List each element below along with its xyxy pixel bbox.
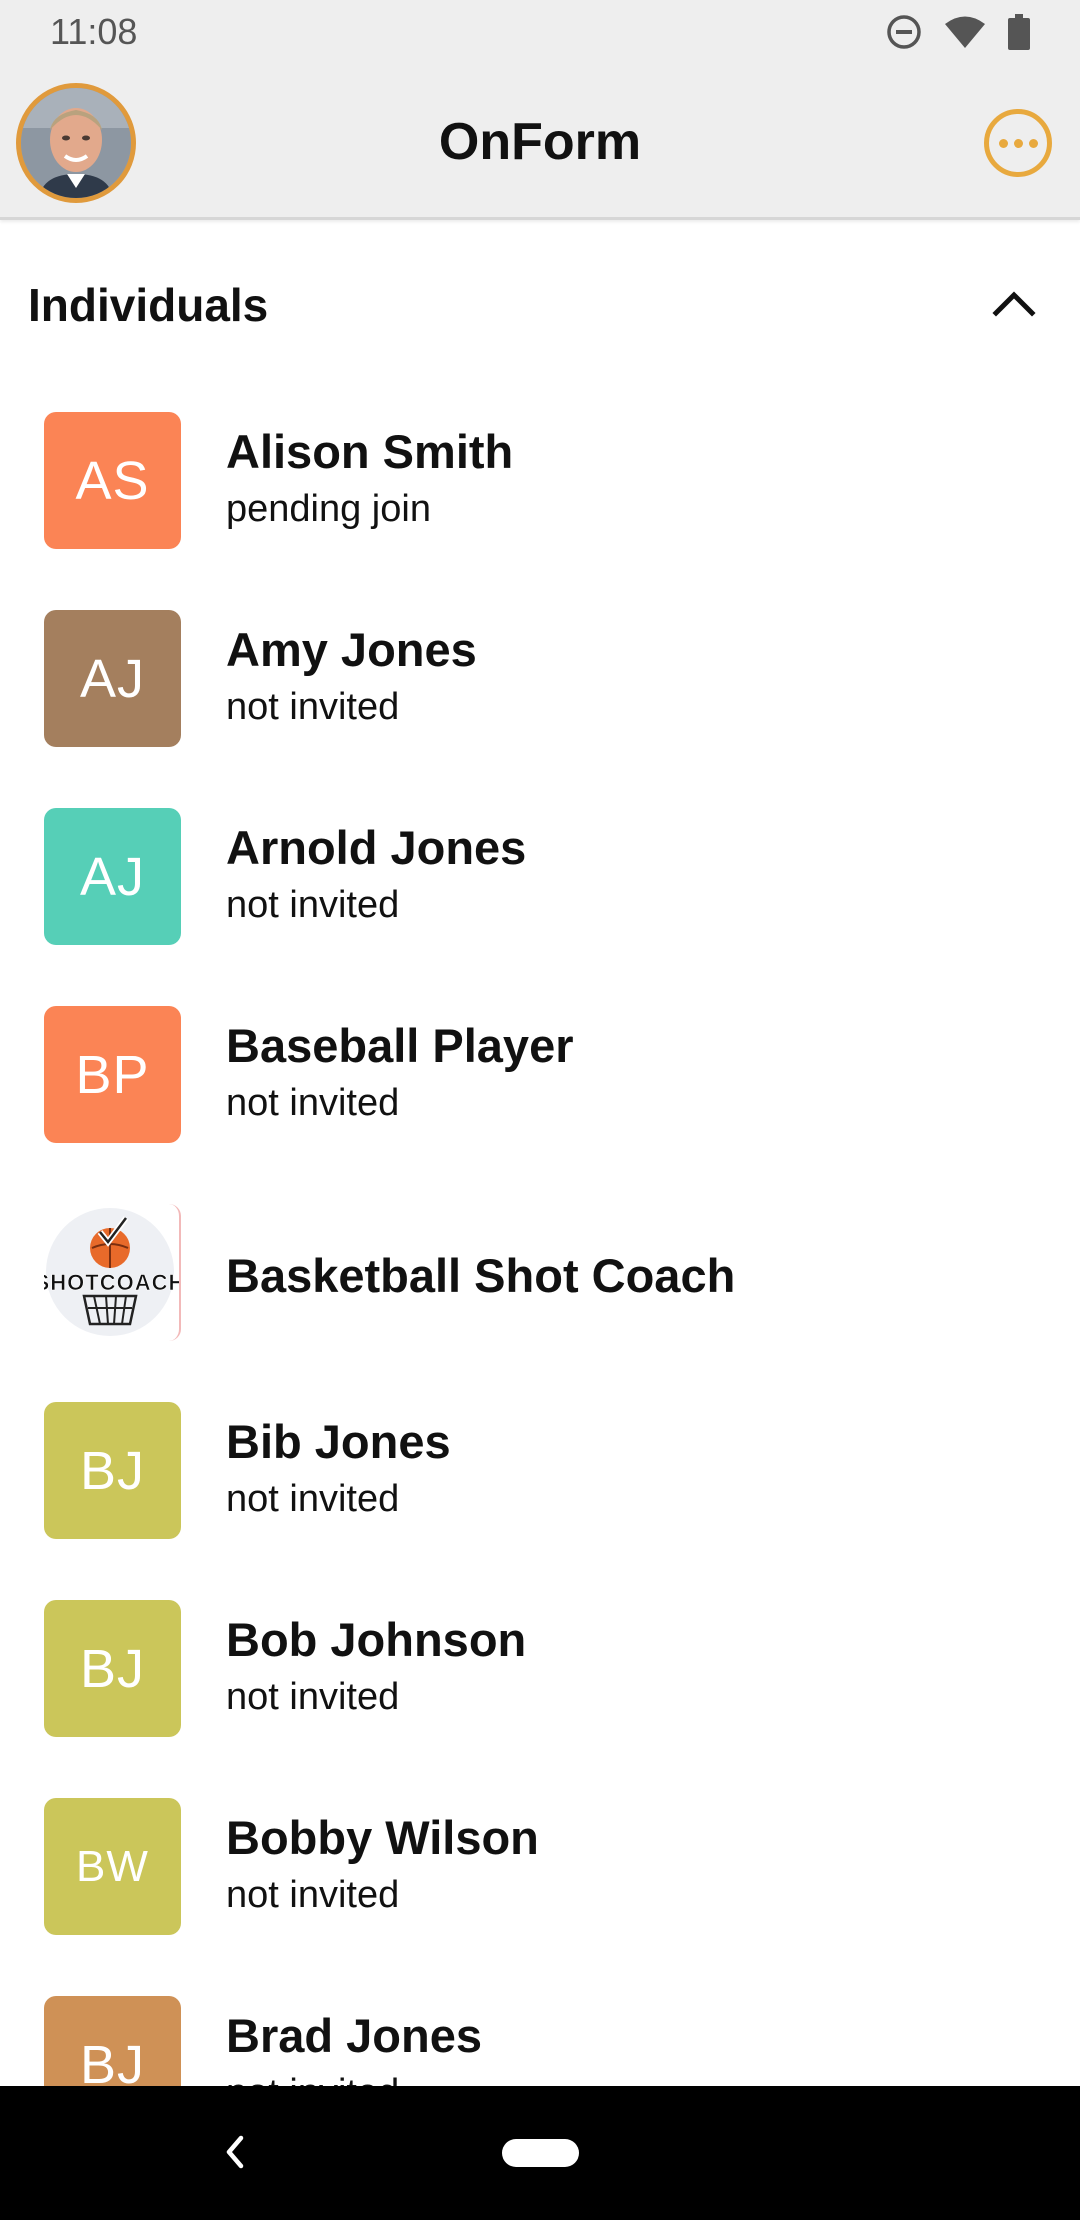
list-item[interactable]: AJ Arnold Jones not invited: [0, 796, 1080, 994]
more-horizontal-icon: [998, 138, 1008, 148]
list-item[interactable]: AS Alison Smith pending join: [0, 400, 1080, 598]
list-item[interactable]: BP Baseball Player not invited: [0, 994, 1080, 1192]
item-name: Bob Johnson: [226, 1613, 527, 1666]
chevron-up-icon[interactable]: [992, 289, 1036, 322]
list-item[interactable]: BW Bobby Wilson not invited: [0, 1786, 1080, 1984]
item-status: not invited: [226, 686, 400, 728]
item-name: Arnold Jones: [226, 821, 527, 874]
screen: 11:08 OnForm Individuals AS Alison Smith…: [0, 0, 1080, 2220]
back-chevron-icon[interactable]: [224, 2134, 246, 2175]
initials-tile: AS: [44, 412, 181, 549]
initials-tile: AJ: [44, 808, 181, 945]
section-title: Individuals: [28, 279, 269, 331]
individuals-section-header[interactable]: Individuals: [28, 260, 1052, 350]
list-item[interactable]: AJ Amy Jones not invited: [0, 598, 1080, 796]
do-not-disturb-icon: [886, 14, 922, 50]
item-name: Bobby Wilson: [226, 1811, 539, 1864]
app-title: OnForm: [438, 113, 642, 171]
status-time: 11:08: [50, 11, 138, 52]
item-status: pending join: [226, 488, 431, 530]
item-status: not invited: [226, 1676, 400, 1718]
more-horizontal-icon: [1013, 138, 1023, 148]
battery-icon: [1008, 14, 1030, 50]
item-name: Amy Jones: [226, 623, 477, 676]
home-pill-icon[interactable]: [502, 2139, 579, 2167]
initials-tile: BP: [44, 1006, 181, 1143]
item-status: not invited: [226, 1874, 400, 1916]
item-name: Alison Smith: [226, 425, 514, 478]
item-status: not invited: [226, 884, 400, 926]
item-status: not invited: [226, 1082, 400, 1124]
initials-tile: BW: [44, 1798, 181, 1935]
initials-tile: AJ: [44, 610, 181, 747]
item-name: Brad Jones: [226, 2009, 482, 2062]
list-item[interactable]: BJ Bob Johnson not invited: [0, 1588, 1080, 1786]
item-name: Bib Jones: [226, 1415, 451, 1468]
initials-tile: BJ: [44, 1600, 181, 1737]
navigation-bar: [0, 2086, 1080, 2220]
individuals-list: AS Alison Smith pending join AJ Amy Jone…: [0, 400, 1080, 2182]
list-item[interactable]: BJ Bib Jones not invited: [0, 1390, 1080, 1588]
item-name: Baseball Player: [226, 1019, 574, 1072]
more-options-button[interactable]: [984, 109, 1052, 177]
item-status: not invited: [226, 1478, 400, 1520]
shot-coach-logo: SHOTCOACH: [44, 1204, 181, 1341]
logo-text: SHOTCOACH: [44, 1270, 179, 1295]
more-horizontal-icon: [1028, 138, 1038, 148]
list-item[interactable]: SHOTCOACH Basketball Shot Coach: [0, 1192, 1080, 1390]
app-bar: OnForm: [0, 64, 1080, 220]
wifi-icon: [944, 15, 986, 49]
item-name: Basketball Shot Coach: [226, 1249, 736, 1302]
status-icons: [886, 14, 1030, 50]
initials-tile: BJ: [44, 1402, 181, 1539]
status-bar: 11:08: [0, 0, 1080, 64]
